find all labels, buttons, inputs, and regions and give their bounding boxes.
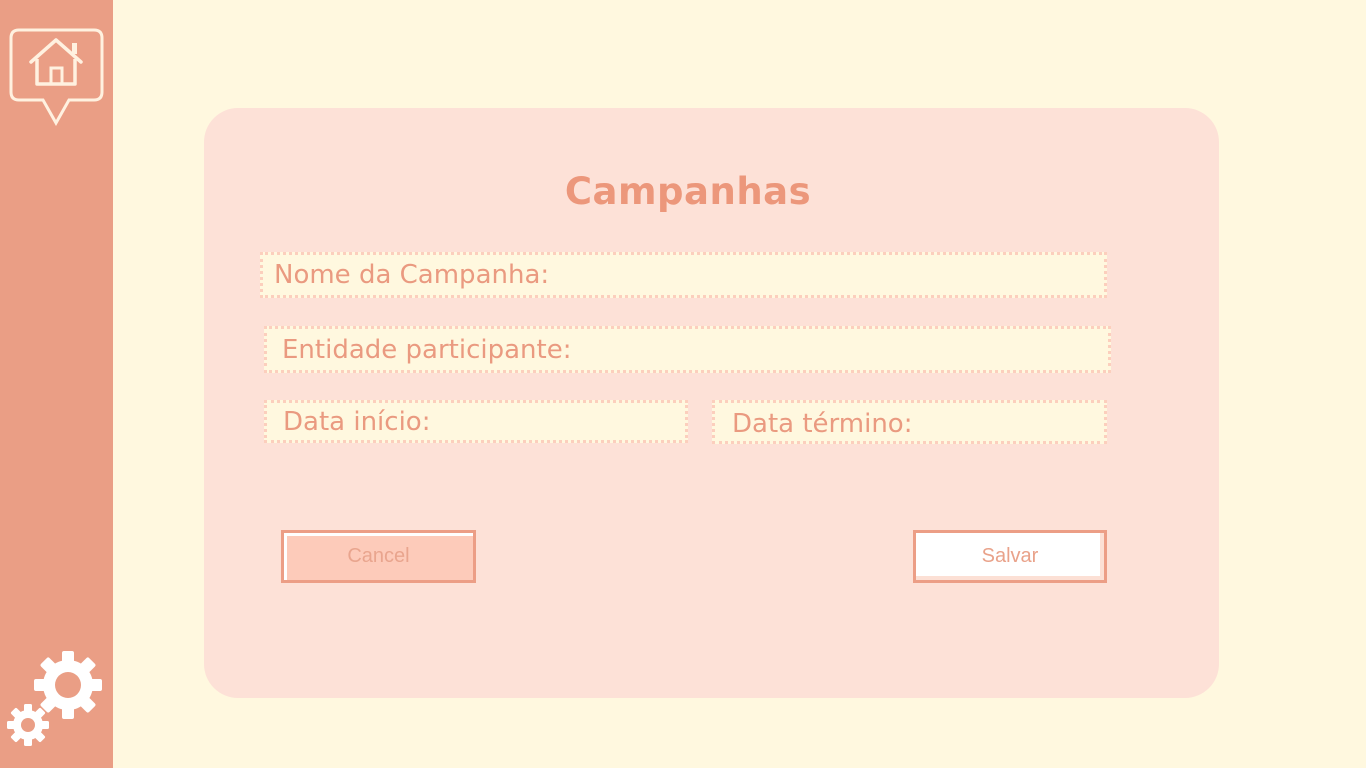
participating-entity-field[interactable]: Entidade participante: <box>264 326 1111 373</box>
end-date-field[interactable]: Data término: <box>712 400 1107 444</box>
save-button[interactable]: Salvar <box>913 530 1107 583</box>
page-title: Campanhas <box>564 170 812 213</box>
home-icon <box>9 28 104 127</box>
cancel-button-label: Cancel <box>347 545 410 567</box>
campaign-name-label: Nome da Campanha: <box>274 260 550 290</box>
settings-button[interactable] <box>6 650 106 748</box>
gears-icon <box>7 651 102 746</box>
cancel-button[interactable]: Cancel <box>281 530 476 583</box>
participating-entity-label: Entidade participante: <box>282 334 572 365</box>
start-date-label: Data início: <box>283 406 431 437</box>
end-date-label: Data término: <box>732 408 913 439</box>
campaign-name-field[interactable]: Nome da Campanha: <box>260 252 1107 298</box>
start-date-field[interactable]: Data início: <box>264 400 688 443</box>
home-button[interactable] <box>9 28 104 127</box>
sidebar <box>0 0 113 768</box>
save-button-label: Salvar <box>981 545 1039 567</box>
